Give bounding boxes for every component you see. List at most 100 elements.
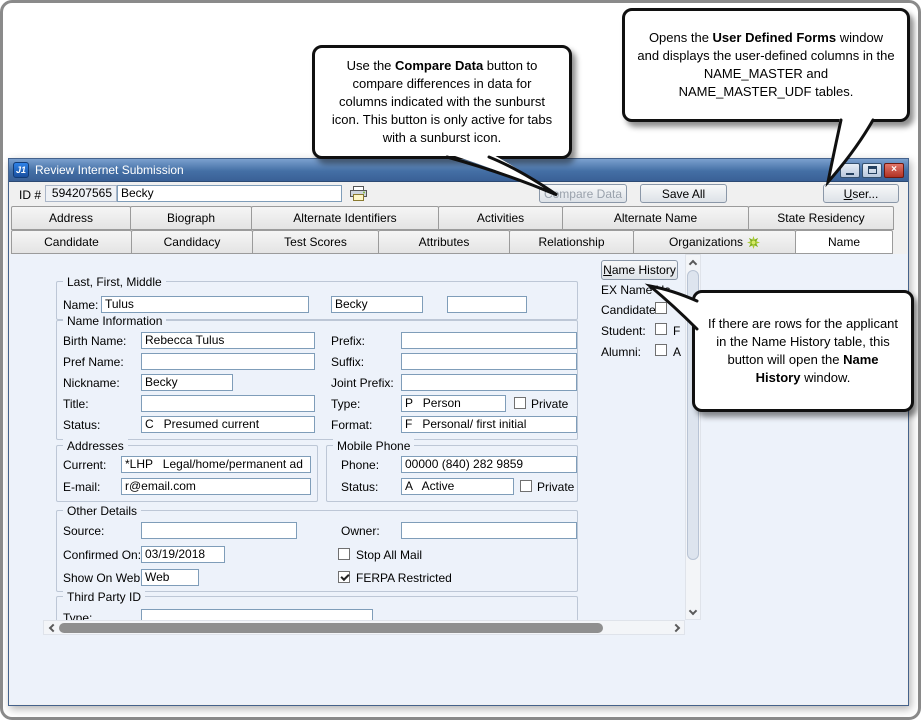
joint-prefix-input[interactable] — [401, 374, 577, 391]
toolbar: ID # 594207565 Becky Compare Data Save A… — [9, 182, 908, 206]
tab-name[interactable]: Name — [795, 230, 893, 254]
group-legend-name-information: Name Information — [63, 314, 166, 328]
source-input[interactable] — [141, 522, 297, 539]
save-all-button[interactable]: Save All — [640, 184, 727, 203]
student-label: Student: — [601, 324, 646, 339]
nickname-input[interactable]: Becky — [141, 374, 233, 391]
name-input[interactable]: Becky — [117, 185, 342, 202]
close-button[interactable]: × — [884, 163, 904, 178]
pref-name-input[interactable] — [141, 353, 315, 370]
last-name-input[interactable]: Tulus — [101, 296, 309, 313]
callout-compare-data: Use the Compare Data button to compare d… — [312, 45, 572, 159]
type-input[interactable]: P Person — [401, 395, 506, 412]
tab-biograph[interactable]: Biograph — [130, 206, 252, 230]
mobile-private-label: Private — [537, 480, 574, 495]
tab-state-residency[interactable]: State Residency — [748, 206, 894, 230]
tab-activities[interactable]: Activities — [438, 206, 563, 230]
tab-relationship[interactable]: Relationship — [509, 230, 634, 254]
show-on-web-input[interactable]: Web — [141, 569, 199, 586]
middle-name-input[interactable] — [447, 296, 527, 313]
user-button[interactable]: User... — [823, 184, 899, 203]
phone-input[interactable]: 00000 (840) 282 9859 — [401, 456, 577, 473]
tab-attributes[interactable]: Attributes — [378, 230, 510, 254]
confirmed-on-label: Confirmed On: — [63, 548, 141, 563]
alumni-label: Alumni: — [601, 345, 641, 360]
owner-label: Owner: — [341, 524, 380, 539]
scroll-left-button[interactable] — [44, 621, 59, 634]
phone-label: Phone: — [341, 458, 379, 473]
window-titlebar: J1 Review Internet Submission × — [9, 159, 908, 182]
minimize-button[interactable] — [840, 163, 860, 178]
status-input[interactable]: C Presumed current — [141, 416, 315, 433]
printer-icon[interactable] — [350, 186, 367, 201]
type-private-label: Private — [531, 397, 568, 412]
tab-alternate-identifiers[interactable]: Alternate Identifiers — [251, 206, 439, 230]
alumni-checkbox[interactable] — [655, 344, 667, 356]
student-checkbox[interactable] — [655, 323, 667, 335]
mobile-status-label: Status: — [341, 480, 378, 495]
group-legend-mobile-phone: Mobile Phone — [333, 439, 414, 453]
stop-all-mail-checkbox[interactable] — [338, 548, 350, 560]
name-history-button[interactable]: Name History — [601, 260, 678, 280]
current-label: Current: — [63, 458, 106, 473]
stop-all-mail-label: Stop All Mail — [356, 548, 422, 563]
first-name-input[interactable]: Becky — [331, 296, 423, 313]
restore-icon — [868, 166, 877, 174]
tab-candidacy[interactable]: Candidacy — [131, 230, 253, 254]
horizontal-scroll-thumb[interactable] — [59, 623, 603, 633]
form-scroll-area: Name History EX Name Us Candidate: Stude… — [43, 254, 685, 620]
callout-name-history: If there are rows for the applicant in t… — [692, 290, 914, 412]
tab-candidate[interactable]: Candidate — [11, 230, 132, 254]
third-party-type-input[interactable] — [141, 609, 373, 620]
email-label: E-mail: — [63, 480, 100, 495]
type-private-checkbox[interactable] — [514, 397, 526, 409]
format-input[interactable]: F Personal/ first initial — [401, 416, 577, 433]
tab-organizations[interactable]: Organizations — [633, 230, 796, 254]
tab-address[interactable]: Address — [11, 206, 131, 230]
birth-name-label: Birth Name: — [63, 334, 126, 349]
tab-test-scores[interactable]: Test Scores — [252, 230, 379, 254]
window-title: Review Internet Submission — [35, 163, 184, 177]
suffix-label: Suffix: — [331, 355, 364, 370]
scroll-up-button[interactable] — [686, 255, 700, 270]
tab-alternate-name[interactable]: Alternate Name — [562, 206, 749, 230]
chevron-down-icon — [689, 606, 697, 614]
callout-user-defined-forms: Opens the User Defined Forms window and … — [622, 8, 910, 122]
user-label: User... — [824, 187, 898, 201]
suffix-input[interactable] — [401, 353, 577, 370]
ferpa-restricted-checkbox[interactable] — [338, 571, 350, 583]
compare-data-button[interactable]: Compare Data — [539, 184, 627, 203]
chevron-left-icon — [49, 623, 57, 631]
birth-name-input[interactable]: Rebecca Tulus — [141, 332, 315, 349]
tab-row-1: Address Biograph Alternate Identifiers A… — [11, 206, 893, 230]
email-input[interactable]: r@email.com — [121, 478, 311, 495]
alumni-value: A — [673, 345, 681, 360]
id-value-field: 594207565 — [45, 185, 117, 202]
app-logo-text: J1 — [16, 165, 26, 175]
mobile-private-checkbox[interactable] — [520, 480, 532, 492]
scroll-right-button[interactable] — [669, 621, 684, 634]
documentation-screenshot: J1 Review Internet Submission × ID # 594… — [0, 0, 921, 720]
joint-prefix-label: Joint Prefix: — [331, 376, 394, 391]
callout-user-defined-forms-text: Opens the User Defined Forms window and … — [637, 29, 895, 101]
title-input[interactable] — [141, 395, 315, 412]
nickname-label: Nickname: — [63, 376, 120, 391]
restore-button[interactable] — [862, 163, 882, 178]
owner-input[interactable] — [401, 522, 577, 539]
scroll-down-button[interactable] — [686, 604, 700, 619]
status-label: Status: — [63, 418, 100, 433]
third-party-type-label: Type: — [63, 611, 92, 620]
minimize-icon — [846, 173, 854, 175]
confirmed-on-input[interactable]: 03/19/2018 — [141, 546, 225, 563]
horizontal-scrollbar[interactable] — [43, 620, 685, 635]
student-value: F — [673, 324, 680, 339]
ex-name-use-group-label: EX Name Us — [601, 283, 670, 298]
pref-name-label: Pref Name: — [63, 355, 124, 370]
chevron-up-icon — [689, 260, 697, 268]
prefix-label: Prefix: — [331, 334, 365, 349]
mobile-status-input[interactable]: A Active — [401, 478, 514, 495]
current-address-input[interactable]: *LHP Legal/home/permanent ad — [121, 456, 311, 473]
close-icon: × — [891, 165, 897, 175]
candidate-checkbox[interactable] — [655, 302, 667, 314]
prefix-input[interactable] — [401, 332, 577, 349]
